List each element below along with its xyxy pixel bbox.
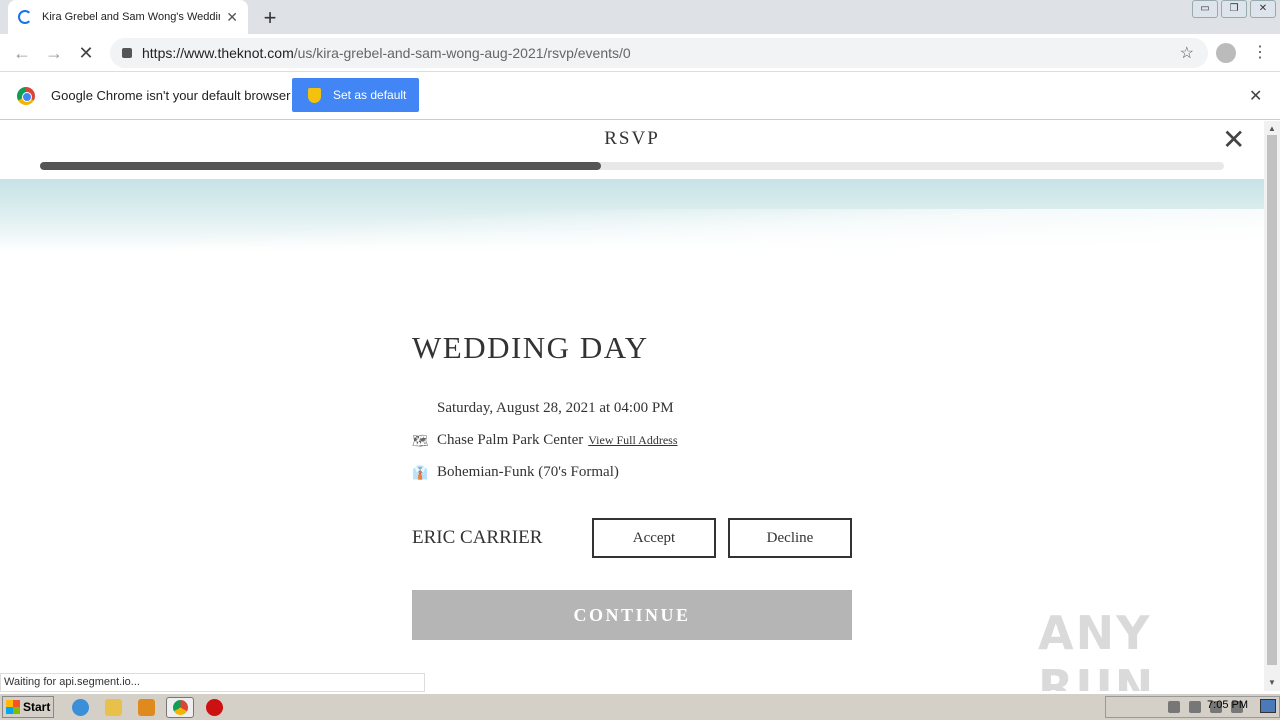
windows-flag-icon bbox=[6, 700, 20, 714]
accept-button[interactable]: Accept bbox=[592, 518, 716, 558]
minimize-button[interactable]: ▭ bbox=[1192, 0, 1218, 18]
volume-icon[interactable] bbox=[1189, 701, 1201, 713]
infobar-message: Google Chrome isn't your default browser bbox=[51, 88, 291, 103]
rsvp-progress-bar bbox=[40, 162, 1224, 170]
page-scrollbar[interactable]: ▲ ▼ bbox=[1264, 121, 1280, 691]
chrome-logo-icon bbox=[17, 87, 35, 105]
lock-icon bbox=[122, 48, 132, 58]
ie-icon[interactable] bbox=[72, 699, 89, 716]
stop-loading-button[interactable]: ✕ bbox=[74, 41, 98, 65]
system-tray bbox=[1105, 696, 1280, 718]
map-icon: 🗺 bbox=[412, 432, 429, 448]
url-text: https://www.theknot.com/us/kira-grebel-a… bbox=[142, 45, 631, 61]
opera-icon[interactable] bbox=[206, 699, 223, 716]
scroll-down-icon[interactable]: ▼ bbox=[1268, 678, 1276, 687]
set-as-default-label: Set as default bbox=[333, 88, 407, 102]
chrome-taskbar-button[interactable] bbox=[166, 697, 194, 718]
continue-button[interactable]: CONTINUE bbox=[412, 590, 852, 640]
bookmark-star-icon[interactable]: ☆ bbox=[1180, 43, 1194, 63]
infobar-close-icon[interactable]: ✕ bbox=[1249, 86, 1262, 106]
shield-icon bbox=[308, 87, 321, 103]
start-button[interactable]: Start bbox=[2, 696, 54, 718]
address-bar[interactable]: https://www.theknot.com/us/kira-grebel-a… bbox=[110, 38, 1208, 68]
loading-spinner-icon bbox=[18, 10, 32, 24]
close-window-button[interactable]: ✕ bbox=[1250, 0, 1276, 18]
event-venue: Chase Palm Park Center bbox=[437, 432, 584, 448]
rsvp-header: RSVP bbox=[604, 128, 660, 149]
window-controls: ▭ ❐ ✕ bbox=[1189, 0, 1276, 18]
new-tab-button[interactable]: + bbox=[258, 5, 282, 31]
decline-button[interactable]: Decline bbox=[728, 518, 852, 558]
view-full-address-link[interactable]: View Full Address bbox=[588, 433, 677, 448]
watercolor-banner bbox=[0, 179, 1264, 251]
taskbar-clock[interactable]: 7:05 PM bbox=[1207, 699, 1248, 711]
url-host: https://www.theknot.com bbox=[142, 45, 294, 61]
guest-name: ERIC CARRIER bbox=[412, 527, 543, 548]
back-button[interactable]: ← bbox=[10, 41, 34, 65]
event-title: WEDDING DAY bbox=[412, 330, 649, 365]
browser-toolbar: ← → ✕ https://www.theknot.com/us/kira-gr… bbox=[0, 34, 1280, 72]
url-path: /us/kira-grebel-and-sam-wong-aug-2021/rs… bbox=[293, 45, 631, 61]
event-dress-row: 👔 Bohemian-Funk (70's Formal) bbox=[412, 464, 619, 481]
scrollbar-thumb[interactable] bbox=[1267, 135, 1277, 665]
browser-tab[interactable]: Kira Grebel and Sam Wong's Wedding ✕ bbox=[8, 0, 248, 34]
show-desktop-icon[interactable] bbox=[1260, 699, 1276, 713]
event-date-row: Saturday, August 28, 2021 at 04:00 PM bbox=[412, 400, 674, 417]
event-dress-code: Bohemian-Funk (70's Formal) bbox=[437, 464, 619, 480]
chrome-taskbar-icon bbox=[173, 700, 188, 715]
dress-code-icon: 👔 bbox=[412, 464, 429, 480]
default-browser-infobar: Google Chrome isn't your default browser… bbox=[0, 72, 1280, 120]
profile-avatar[interactable] bbox=[1216, 43, 1236, 63]
forward-button[interactable]: → bbox=[42, 41, 66, 65]
tab-close-icon[interactable]: ✕ bbox=[226, 9, 238, 26]
start-label: Start bbox=[23, 700, 51, 714]
windows-taskbar: Start 7:05 PM bbox=[0, 693, 1280, 720]
scroll-up-icon[interactable]: ▲ bbox=[1268, 124, 1276, 133]
explorer-folder-icon[interactable] bbox=[105, 699, 122, 716]
media-player-icon[interactable] bbox=[138, 699, 155, 716]
set-as-default-button[interactable]: Set as default bbox=[292, 78, 419, 112]
rsvp-progress-fill bbox=[40, 162, 602, 170]
chrome-menu-icon[interactable]: ⋮ bbox=[1252, 42, 1268, 62]
tab-title: Kira Grebel and Sam Wong's Wedding bbox=[42, 11, 221, 23]
rsvp-page: RSVP ✕ WEDDING DAY Saturday, August 28, … bbox=[0, 121, 1264, 691]
status-bar: Waiting for api.segment.io... bbox=[0, 673, 425, 692]
anyrun-watermark: ANY RUN bbox=[1038, 606, 1156, 691]
tab-strip: Kira Grebel and Sam Wong's Wedding ✕ + ▭… bbox=[0, 0, 1280, 34]
maximize-button[interactable]: ❐ bbox=[1221, 0, 1247, 18]
tray-expand-icon[interactable] bbox=[1168, 701, 1180, 713]
event-date-time: Saturday, August 28, 2021 at 04:00 PM bbox=[437, 400, 674, 416]
rsvp-close-icon[interactable]: ✕ bbox=[1222, 126, 1245, 154]
event-venue-row: 🗺 Chase Palm Park Center View Full Addre… bbox=[412, 432, 678, 449]
